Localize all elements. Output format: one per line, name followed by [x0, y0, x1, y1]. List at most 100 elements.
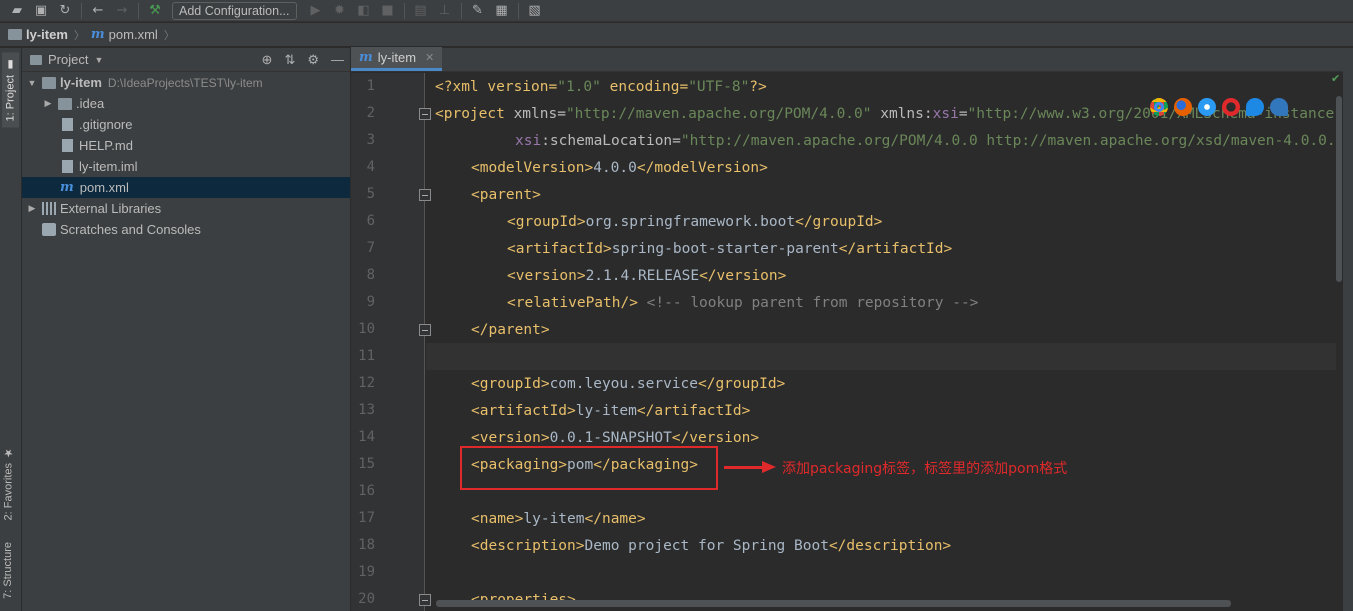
- toolbar-divider: [460, 2, 462, 19]
- fold-marker-icon[interactable]: [419, 594, 431, 606]
- browser-preview-icons: [1150, 98, 1288, 116]
- collapsed-arrow-icon[interactable]: ▶: [26, 203, 38, 214]
- editor-gutter: [351, 73, 425, 611]
- line-number: 11: [358, 348, 375, 364]
- ie-icon[interactable]: [1246, 98, 1264, 116]
- code-token: 0.0.1-SNAPSHOT: [549, 430, 672, 446]
- vcs-icon[interactable]: ⊥: [434, 1, 456, 21]
- breadcrumb-project[interactable]: ly-item: [8, 27, 68, 42]
- line-number: 9: [366, 294, 375, 310]
- code-line-13: <artifactId>ly-item</artifactId>: [471, 398, 750, 425]
- collapsed-arrow-icon[interactable]: ▶: [42, 98, 54, 109]
- library-icon: [42, 202, 56, 215]
- coverage-icon[interactable]: ◧: [353, 1, 375, 21]
- tab-favorites-label: 2: Favorites: [2, 463, 15, 521]
- minimize-icon[interactable]: —: [331, 52, 344, 68]
- fold-marker-icon[interactable]: [419, 108, 431, 120]
- breadcrumb-file-label: pom.xml: [108, 27, 158, 42]
- vertical-scrollbar[interactable]: [1336, 96, 1342, 282]
- code-token: <version>: [471, 430, 550, 446]
- terminal-icon[interactable]: ▧: [524, 1, 546, 21]
- line-number: 3: [366, 132, 375, 148]
- line-number: 16: [358, 483, 375, 499]
- project-panel-actions: ⊕ ⇅ ⚙ —: [262, 52, 344, 68]
- code-token: <?xml version=: [435, 79, 558, 95]
- line-number: 18: [358, 537, 375, 553]
- opera-icon[interactable]: [1222, 98, 1240, 116]
- open-folder-icon[interactable]: ▰: [6, 1, 28, 21]
- breadcrumb-file[interactable]: m pom.xml: [91, 27, 158, 42]
- code-token: com.leyou.service: [549, 376, 698, 392]
- annotation-arrow: [724, 466, 764, 469]
- project-view-selector[interactable]: Project: [48, 52, 88, 67]
- code-line-5: <parent>: [471, 182, 541, 209]
- code-token: ly-item: [575, 403, 637, 419]
- tree-item-label: pom.xml: [79, 180, 129, 195]
- line-number: 10: [358, 321, 375, 337]
- tab-pom-xml[interactable]: m ly-item ✕: [351, 47, 443, 71]
- fold-marker-icon[interactable]: [419, 324, 431, 336]
- code-line-1: <?xml version="1.0" encoding="UTF-8"?>: [435, 74, 767, 101]
- code-token: </version>: [671, 430, 760, 446]
- tab-structure[interactable]: 7: Structure: [2, 542, 14, 599]
- stop-icon[interactable]: ■: [377, 1, 399, 21]
- settings-wrench-icon[interactable]: ✎: [467, 1, 489, 21]
- tree-item-help[interactable]: HELP.md: [22, 135, 350, 156]
- run-icon[interactable]: ▶: [305, 1, 327, 21]
- tree-item-root[interactable]: ▼ ly-item D:\IdeaProjects\TEST\ly-item: [22, 72, 350, 93]
- build-hammer-icon[interactable]: ⚒: [144, 1, 166, 21]
- right-tool-strip: [1343, 48, 1353, 611]
- save-icon[interactable]: ▣: [30, 1, 52, 21]
- forward-icon[interactable]: →: [111, 1, 133, 21]
- tree-item-external-libraries[interactable]: ▶ External Libraries: [22, 198, 350, 219]
- chrome-icon[interactable]: [1150, 98, 1168, 116]
- back-icon[interactable]: ←: [87, 1, 109, 21]
- tree-item-gitignore[interactable]: .gitignore: [22, 114, 350, 135]
- project-panel-header: Project ▼ ⊕ ⇅ ⚙ —: [22, 48, 350, 72]
- project-structure-icon[interactable]: ▤: [410, 1, 432, 21]
- safari-icon[interactable]: [1198, 98, 1216, 116]
- gear-icon[interactable]: ⚙: [307, 52, 319, 68]
- code-token: ?>: [749, 79, 767, 95]
- expanded-arrow-icon[interactable]: ▼: [26, 78, 38, 88]
- tree-item-iml[interactable]: ly-item.iml: [22, 156, 350, 177]
- code-token: <groupId>: [507, 214, 586, 230]
- firefox-icon[interactable]: [1174, 98, 1192, 116]
- main-toolbar: ▰ ▣ ↻ ← → ⚒ Add Configuration... ▶ ✹ ◧ ■…: [0, 0, 1353, 22]
- fold-marker-icon[interactable]: [419, 189, 431, 201]
- debug-icon[interactable]: ✹: [329, 1, 351, 21]
- annotation-highlight-box: [460, 446, 718, 490]
- edge-icon[interactable]: [1270, 98, 1288, 116]
- chevron-down-icon[interactable]: ▼: [94, 55, 103, 65]
- project-tree: ▼ ly-item D:\IdeaProjects\TEST\ly-item ▶…: [22, 72, 350, 240]
- current-line-highlight: [426, 343, 1336, 370]
- code-editor[interactable]: 1 2 3 4 5 6 7 8 9 10 11 12 13 14 15 16 1…: [351, 73, 1336, 611]
- tab-project[interactable]: 1: Project ▮: [2, 52, 19, 128]
- sdk-folder-icon[interactable]: ▦: [491, 1, 513, 21]
- line-number: 6: [366, 213, 375, 229]
- sync-icon[interactable]: ↻: [54, 1, 76, 21]
- chevron-right-icon: 〉: [73, 29, 85, 42]
- line-number: 17: [358, 510, 375, 526]
- markdown-file-icon: [62, 139, 73, 152]
- editor-tab-label: ly-item: [377, 50, 417, 65]
- locate-icon[interactable]: ⊕: [262, 52, 273, 68]
- tree-item-scratches[interactable]: Scratches and Consoles: [22, 219, 350, 240]
- module-folder-icon: [42, 76, 56, 89]
- line-number: 4: [366, 159, 375, 175]
- code-token: xsi: [515, 133, 542, 149]
- tab-favorites[interactable]: 2: Favorites ★: [2, 446, 16, 521]
- code-line-18: <description>Demo project for Spring Boo…: [471, 533, 951, 560]
- code-token: </parent>: [471, 322, 550, 338]
- tree-item-idea[interactable]: ▶ .idea: [22, 93, 350, 114]
- folder-icon: [58, 97, 72, 110]
- editor-tab-bar: m ly-item ✕: [351, 47, 1353, 72]
- horizontal-scrollbar[interactable]: [436, 600, 1231, 607]
- add-configuration-button[interactable]: Add Configuration...: [172, 1, 297, 20]
- toolbar-divider: [517, 2, 519, 19]
- collapse-icon[interactable]: ⇅: [284, 52, 295, 68]
- toolbar-divider: [81, 2, 82, 19]
- close-icon[interactable]: ✕: [425, 51, 434, 64]
- tree-item-pom[interactable]: m pom.xml: [22, 177, 350, 198]
- line-number: 14: [358, 429, 375, 445]
